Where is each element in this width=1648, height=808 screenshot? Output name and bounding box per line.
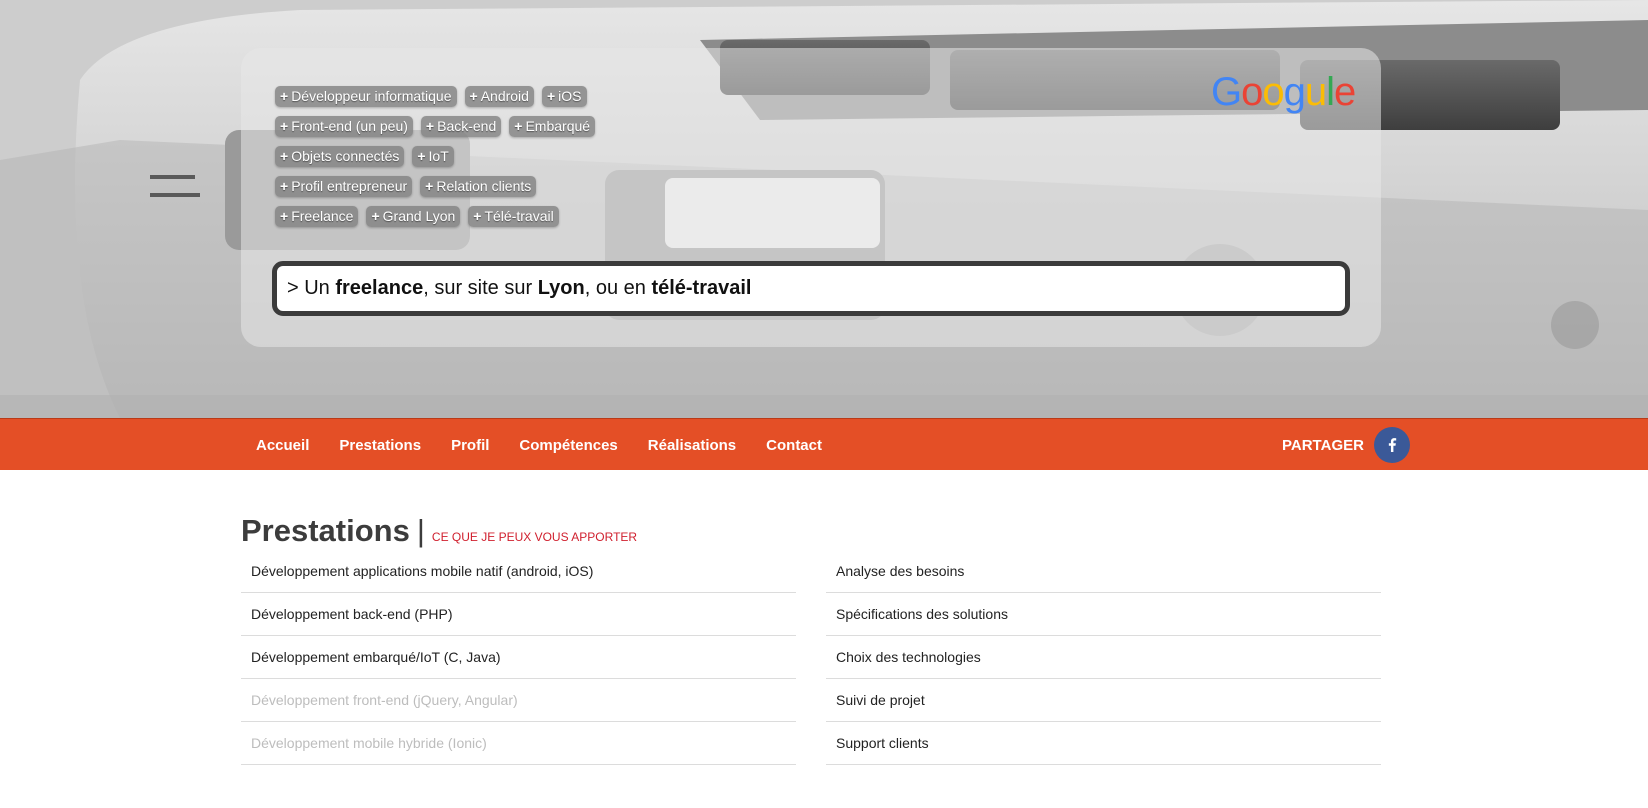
facebook-icon: [1388, 438, 1397, 452]
search-keyword: Lyon: [537, 277, 585, 299]
tag-label: Freelance: [291, 208, 354, 224]
tag-label: Embarqué: [525, 118, 591, 134]
nav-item-competences[interactable]: Compétences: [504, 437, 632, 454]
tag-cloud: + Développeur informatique + Android + iOS …: [275, 81, 875, 231]
plus-icon: +: [417, 148, 426, 164]
tag-freelance[interactable]: + Freelance: [275, 205, 359, 227]
tag-back-end[interactable]: + Back-end: [420, 115, 502, 137]
search-keyword: freelance: [335, 277, 424, 299]
tag-developpeur-informatique[interactable]: + Développeur informatique: [275, 85, 457, 107]
tag-label: Grand Lyon: [382, 208, 456, 224]
tag-embarque[interactable]: + Embarqué: [509, 115, 596, 137]
tag-grand-lyon[interactable]: + Grand Lyon: [366, 205, 461, 227]
plus-icon: +: [473, 208, 482, 224]
tag-iot[interactable]: + IoT: [412, 145, 454, 167]
logo-letter: o: [1262, 70, 1284, 114]
plus-icon: +: [280, 208, 289, 224]
hero-banner: + Développeur informatique + Android + iOS …: [0, 0, 1648, 418]
tag-relation-clients[interactable]: + Relation clients: [420, 175, 537, 197]
list-item: Support clients: [826, 722, 1381, 765]
tag-label: Front-end (un peu): [291, 118, 408, 134]
section-subtitle: CE QUE JE PEUX VOUS APPORTER: [431, 530, 638, 544]
list-item: Développement front-end (jQuery, Angular…: [241, 679, 796, 722]
search-keyword: télé-travail: [651, 277, 752, 299]
nav-item-profil[interactable]: Profil: [436, 437, 504, 454]
tag-row: + Développeur informatique + Android + iOS: [275, 81, 875, 111]
plus-icon: +: [514, 118, 523, 134]
tag-label: Relation clients: [436, 178, 532, 194]
logo-letter: G: [1211, 70, 1242, 114]
tag-profil-entrepreneur[interactable]: + Profil entrepreneur: [275, 175, 413, 197]
search-text: > Un: [287, 277, 336, 299]
page-title: Prestations: [241, 513, 410, 548]
tag-row: + Profil entrepreneur + Relation clients: [275, 171, 875, 201]
logo-letter: e: [1334, 70, 1356, 114]
plus-icon: +: [546, 88, 556, 104]
share-area: PARTAGER: [1282, 427, 1410, 463]
tag-label: Profil entrepreneur: [291, 178, 408, 194]
googule-logo: Googule: [1211, 70, 1356, 115]
nav-menu: Accueil Prestations Profil Compétences R…: [241, 419, 837, 471]
share-label: PARTAGER: [1282, 436, 1364, 454]
hero-panel: + Développeur informatique + Android + iOS …: [241, 48, 1381, 347]
list-item: Analyse des besoins: [826, 550, 1381, 593]
nav-item-accueil[interactable]: Accueil: [241, 437, 324, 454]
services-list-left: Développement applications mobile natif …: [241, 550, 796, 765]
list-item: Développement applications mobile natif …: [241, 550, 796, 593]
tag-label: Back-end: [437, 118, 497, 134]
list-item: Spécifications des solutions: [826, 593, 1381, 636]
logo-letter: u: [1304, 70, 1327, 114]
tag-row: + Objets connectés + IoT: [275, 141, 875, 171]
logo-letter: o: [1241, 70, 1263, 114]
nav-item-prestations[interactable]: Prestations: [324, 437, 436, 454]
tag-android[interactable]: + Android: [464, 85, 534, 107]
search-text: , sur site sur: [423, 277, 538, 299]
tag-label: IoT: [428, 148, 449, 164]
services-list-right: Analyse des besoins Spécifications des s…: [826, 550, 1381, 765]
facebook-share-button[interactable]: [1373, 427, 1410, 463]
tag-label: Objets connectés: [291, 148, 400, 164]
logo-letter: l: [1326, 70, 1335, 114]
tag-label: Développeur informatique: [291, 88, 452, 104]
plus-icon: +: [469, 88, 478, 104]
plus-icon: +: [280, 88, 289, 104]
search-text: , ou en: [584, 277, 652, 299]
tag-front-end[interactable]: + Front-end (un peu): [275, 115, 413, 137]
title-separator: |: [416, 513, 425, 548]
main-navbar: Accueil Prestations Profil Compétences R…: [0, 418, 1648, 470]
list-item: Développement mobile hybride (Ionic): [241, 722, 796, 765]
tag-label: Android: [480, 88, 529, 104]
list-item: Développement back-end (PHP): [241, 593, 796, 636]
section-header: Prestations | CE QUE JE PEUX VOUS APPORT…: [241, 513, 637, 549]
tag-tele-travail[interactable]: + Télé-travail: [468, 205, 559, 227]
tag-label: Télé-travail: [484, 208, 554, 224]
plus-icon: +: [280, 178, 289, 194]
plus-icon: +: [371, 208, 380, 224]
search-query-box[interactable]: > Un freelance, sur site sur Lyon, ou en…: [272, 261, 1350, 316]
logo-letter: g: [1283, 70, 1306, 114]
tag-row: + Front-end (un peu) + Back-end + Embarqué: [275, 111, 875, 141]
tag-row: + Freelance + Grand Lyon + Télé-travail: [275, 201, 875, 231]
tag-ios[interactable]: + iOS: [541, 85, 587, 107]
plus-icon: +: [425, 118, 435, 134]
tag-objets-connectes[interactable]: + Objets connectés: [275, 145, 405, 167]
plus-icon: +: [280, 118, 289, 134]
nav-item-contact[interactable]: Contact: [751, 437, 837, 454]
tag-label: iOS: [558, 88, 582, 104]
list-item: Choix des technologies: [826, 636, 1381, 679]
list-item: Suivi de projet: [826, 679, 1381, 722]
plus-icon: +: [425, 178, 434, 194]
nav-item-realisations[interactable]: Réalisations: [633, 437, 751, 454]
list-item: Développement embarqué/IoT (C, Java): [241, 636, 796, 679]
plus-icon: +: [280, 148, 289, 164]
